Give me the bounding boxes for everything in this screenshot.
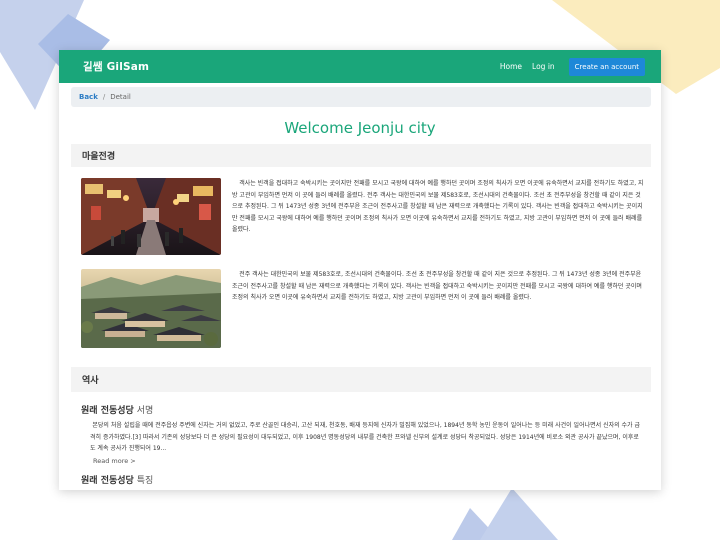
village-item: 전주 객사는 대한민국의 보물 제583호로, 조선시대의 건축물이다. 조선 …	[81, 269, 649, 348]
browser-page: 길쌤 GilSam Home Log in Create an account …	[59, 50, 661, 490]
breadcrumb-back-link[interactable]: Back	[79, 93, 98, 101]
navbar: 길쌤 GilSam Home Log in Create an account	[59, 50, 661, 83]
nav-login-link[interactable]: Log in	[532, 62, 555, 71]
section-heading-history: 역사	[71, 367, 651, 392]
history-article-title-main: 원래 전동성당	[81, 406, 134, 416]
nav-links: Home Log in Create an account	[500, 57, 645, 76]
village-description-1: 객사는 빈객을 접대하고 숙박시키는 곳이지만 전패를 모시고 국왕에 대하여 …	[232, 180, 644, 233]
read-more-link[interactable]: Read more >	[93, 457, 661, 465]
brand-logo[interactable]: 길쌤 GilSam	[83, 59, 149, 74]
history-article-title-main: 원래 전동성당	[81, 475, 134, 486]
history-article-title: 원래 전동성당 서명	[81, 403, 661, 416]
history-article-title: 원래 전동성당 특징	[81, 473, 661, 486]
section-heading-village: 마을전경	[71, 144, 651, 167]
history-article-text: 본당의 처음 설립을 때에 전주읍성 주변에 신자는 거의 없었고, 주로 산골…	[90, 422, 641, 452]
history-article-title-suffix: 서명	[136, 406, 154, 416]
history-article-title-suffix: 특징	[136, 475, 154, 486]
breadcrumb-current: Detail	[110, 93, 131, 101]
breadcrumb-separator: /	[102, 93, 106, 101]
breadcrumb: Back / Detail	[71, 87, 651, 107]
village-item: 객사는 빈객을 접대하고 숙박시키는 곳이지만 전패를 모시고 국왕에 대하여 …	[81, 178, 649, 255]
market-street-photo	[81, 178, 221, 255]
page-title: Welcome Jeonju city	[284, 119, 436, 137]
nav-home-link[interactable]: Home	[500, 62, 522, 71]
create-account-button[interactable]: Create an account	[568, 57, 645, 76]
hanok-village-photo	[81, 269, 221, 348]
village-description-2: 전주 객사는 대한민국의 보물 제583호로, 조선시대의 건축물이다. 조선 …	[232, 271, 642, 301]
